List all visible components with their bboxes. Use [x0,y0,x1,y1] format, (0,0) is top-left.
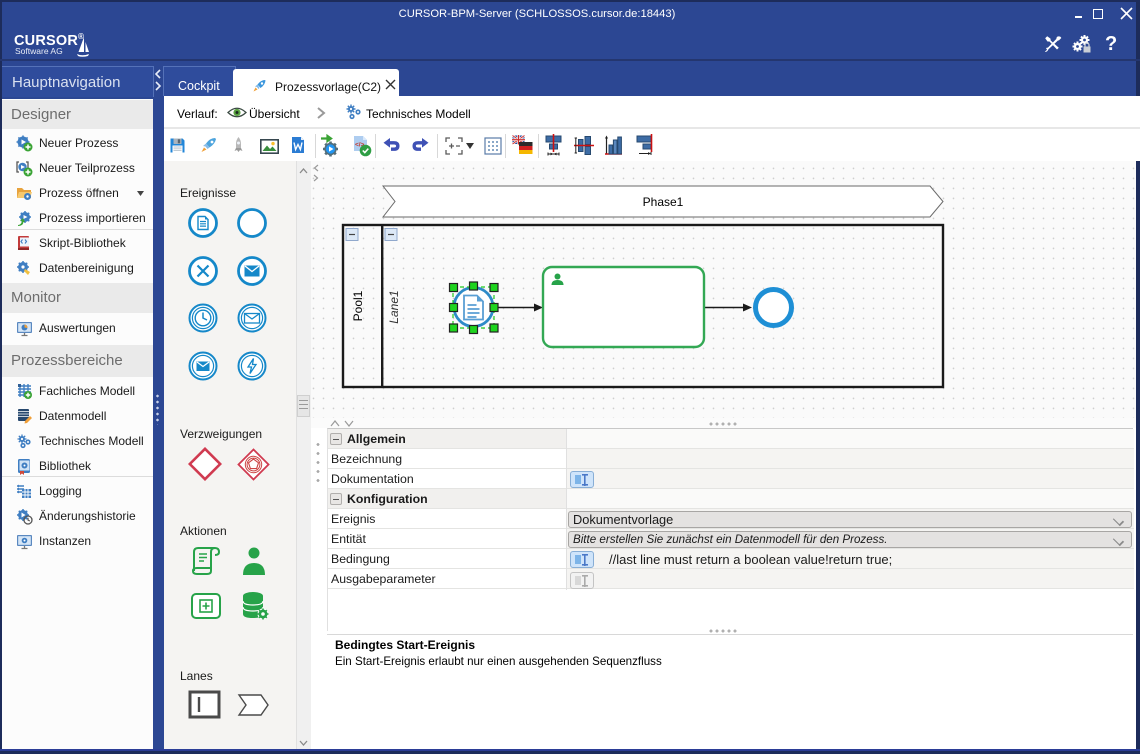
svg-text:Phase1: Phase1 [643,195,684,209]
svg-text:Pool1: Pool1 [351,290,365,321]
svg-text:Lane1: Lane1 [387,290,401,323]
